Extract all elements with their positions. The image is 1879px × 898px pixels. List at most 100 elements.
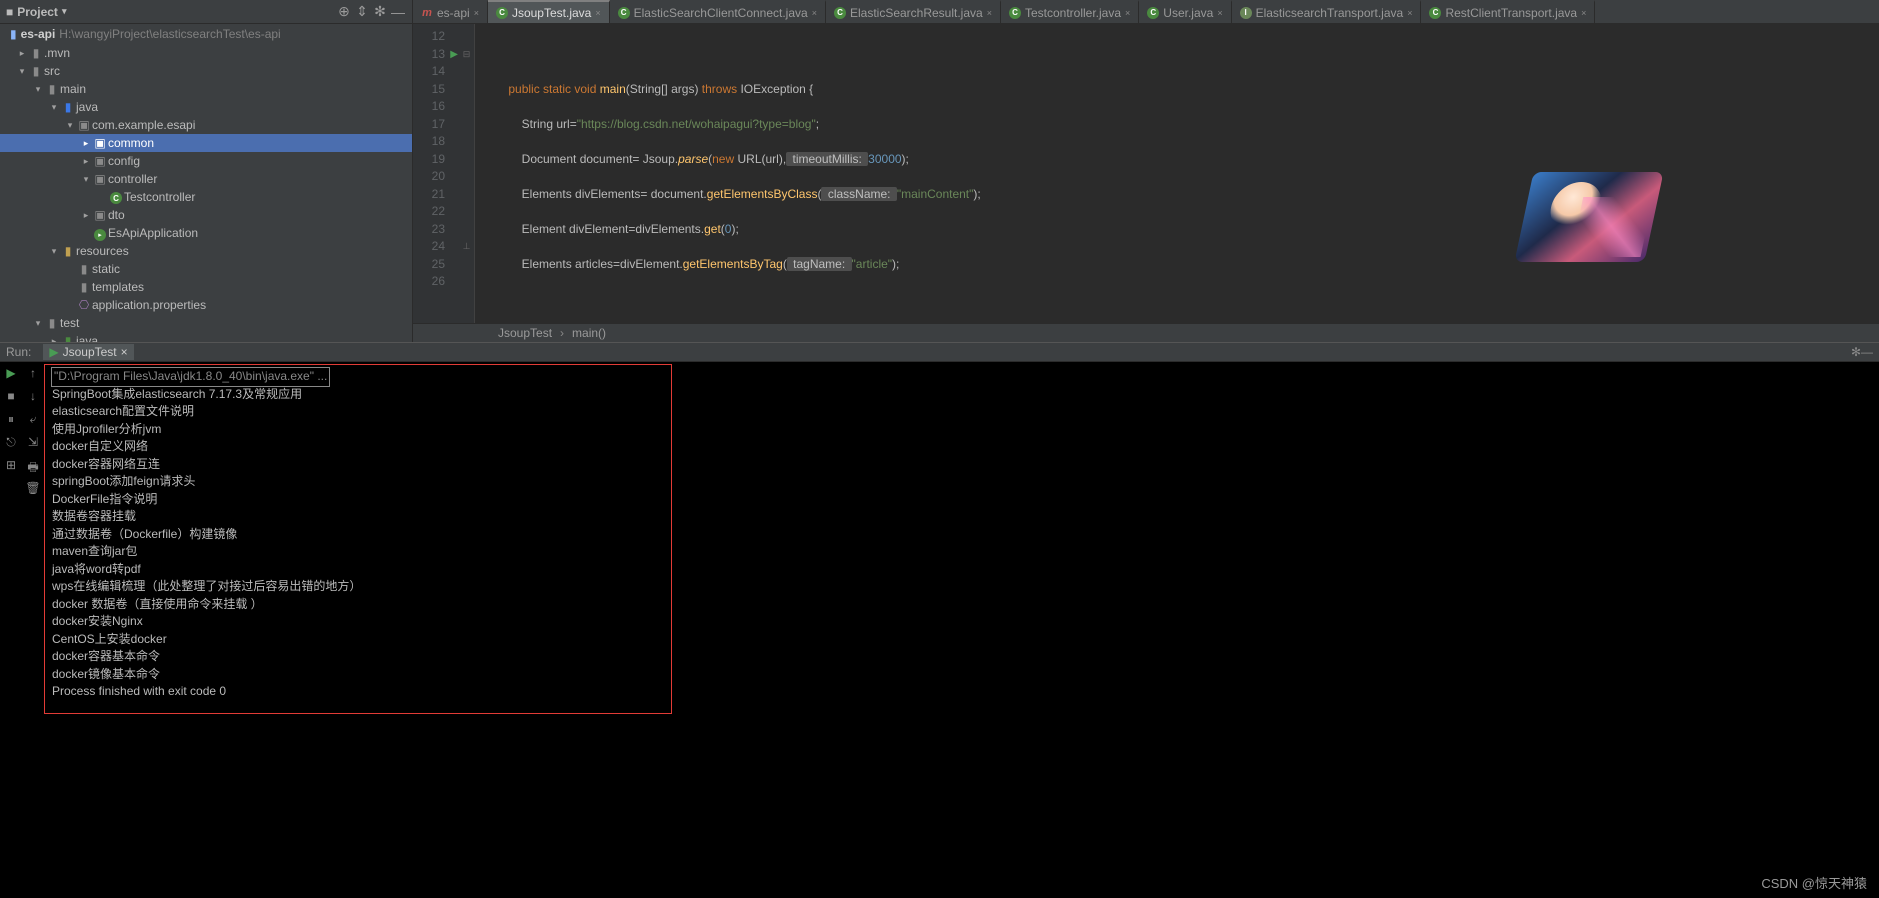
expand-icon[interactable]: ⇕ [353, 3, 371, 20]
project-toolbar: ■Project▾ ⊕ ⇕ ✻ — [0, 0, 413, 24]
folder-icon: ▮ [44, 316, 60, 330]
project-view-selector[interactable]: ■Project▾ [6, 5, 66, 19]
folder-icon: ▮ [76, 262, 92, 276]
run-icon: ▶ [49, 345, 58, 359]
package-icon: ▣ [92, 172, 108, 186]
tree-common[interactable]: ▣common [0, 134, 412, 152]
close-icon[interactable]: × [121, 345, 128, 359]
soft-wrap-icon[interactable]: ⤶ [30, 412, 37, 428]
close-icon[interactable]: × [1407, 8, 1412, 18]
editor-breadcrumb[interactable]: JsoupTest › main() [413, 323, 1879, 342]
console-line: maven查询jar包 [52, 543, 1871, 561]
console-line: CentOS上安装docker [52, 631, 1871, 649]
run-gutter-icon[interactable]: ▶ [450, 46, 458, 64]
pause-icon[interactable]: ⏸ [8, 412, 14, 428]
tree-test[interactable]: ▮test [0, 314, 412, 332]
line-gutter: 121314151617181920212223242526 ▶ [413, 24, 459, 323]
console-line: Process finished with exit code 0 [52, 683, 1871, 701]
tree-resources[interactable]: ▮resources [0, 242, 412, 260]
run-tools-secondary: ↑ ↓ ⤶ ⇲ 🖶 🗑 [22, 362, 44, 898]
tree-java[interactable]: ▮java [0, 98, 412, 116]
tree-pkg[interactable]: ▣com.example.esapi [0, 116, 412, 134]
tab-es-transport[interactable]: IElasticsearchTransport.java× [1232, 0, 1422, 23]
interface-icon: I [1240, 7, 1252, 19]
stop-icon[interactable]: ■ [7, 389, 14, 405]
close-icon[interactable]: × [474, 8, 479, 18]
editor-tabs: mes-api× CJsoupTest.java× CElasticSearch… [413, 0, 1879, 24]
console-line: docker 数据卷（直接使用命令来挂载 ） [52, 596, 1871, 614]
console-line: wps在线编辑梳理（此处整理了对接过后容易出错的地方） [52, 578, 1871, 596]
props-icon: ⎔ [76, 298, 92, 312]
tree-appprops[interactable]: ⎔application.properties [0, 296, 412, 314]
module-root[interactable]: ▮ es-api H:\wangyiProject\elasticsearchT… [0, 24, 412, 44]
print-icon[interactable]: 🖶 [27, 458, 38, 474]
tree-testcontroller[interactable]: CTestcontroller [0, 188, 412, 206]
settings-icon[interactable]: ✻ [1851, 345, 1861, 359]
run-label: Run: [6, 345, 31, 359]
tree-mvn[interactable]: ▮.mvn [0, 44, 412, 62]
watermark: CSDN @惊天神猿 [1761, 873, 1867, 892]
rerun-icon[interactable]: ▶ [6, 366, 15, 382]
down-icon[interactable]: ↓ [30, 389, 36, 405]
console-line: 通过数据卷（Dockerfile）构建镜像 [52, 526, 1871, 544]
console-line: elasticsearch配置文件说明 [52, 403, 1871, 421]
hide-icon[interactable]: — [389, 4, 407, 20]
folder-icon: ▮ [28, 46, 44, 60]
run-output: ▶ ■ ⏸ ⎋ ⊞ ↑ ↓ ⤶ ⇲ 🖶 🗑 "D:\Program Files\… [0, 362, 1879, 898]
tree-templates[interactable]: ▮templates [0, 278, 412, 296]
tree-src[interactable]: ▮src [0, 62, 412, 80]
class-icon: C [496, 7, 508, 19]
close-icon[interactable]: × [1125, 8, 1130, 18]
package-icon: ▣ [92, 136, 108, 150]
exit-icon[interactable]: ⎋ [6, 435, 16, 451]
settings-icon[interactable]: ✻ [371, 3, 389, 20]
class-icon: C [1429, 7, 1441, 19]
scroll-end-icon[interactable]: ⇲ [28, 435, 38, 451]
folder-icon: ▮ [28, 64, 44, 78]
resources-folder-icon: ▮ [60, 244, 76, 258]
tree-config[interactable]: ▣config [0, 152, 412, 170]
close-icon[interactable]: × [595, 8, 600, 18]
tree-controller[interactable]: ▣controller [0, 170, 412, 188]
console-line: 使用Jprofiler分析jvm [52, 421, 1871, 439]
tab-restclient[interactable]: CRestClientTransport.java× [1421, 0, 1595, 23]
tree-static[interactable]: ▮static [0, 260, 412, 278]
tree-main[interactable]: ▮main [0, 80, 412, 98]
up-icon[interactable]: ↑ [30, 366, 36, 382]
test-folder-icon: ▮ [60, 334, 76, 342]
tree-app[interactable]: ▸EsApiApplication [0, 224, 412, 242]
console-line: docker容器基本命令 [52, 648, 1871, 666]
run-config-tab[interactable]: ▶JsoupTest× [43, 344, 133, 360]
clear-icon[interactable]: 🗑 [25, 481, 40, 497]
console-output[interactable]: "D:\Program Files\Java\jdk1.8.0_40\bin\j… [44, 362, 1879, 898]
console-line: docker自定义网络 [52, 438, 1871, 456]
console-line: "D:\Program Files\Java\jdk1.8.0_40\bin\j… [52, 368, 329, 386]
tab-testcontroller[interactable]: CTestcontroller.java× [1001, 0, 1139, 23]
module-icon: ▮ [10, 27, 17, 41]
close-icon[interactable]: × [987, 8, 992, 18]
tab-user[interactable]: CUser.java× [1139, 0, 1231, 23]
breadcrumb-method[interactable]: main() [572, 326, 606, 340]
console-line: springBoot添加feign请求头 [52, 473, 1871, 491]
tab-es-api[interactable]: mes-api× [413, 0, 488, 23]
tab-elasticsearch-result[interactable]: CElasticSearchResult.java× [826, 0, 1001, 23]
tree-java2[interactable]: ▮java [0, 332, 412, 342]
class-icon: C [1147, 7, 1159, 19]
tree-dto[interactable]: ▣dto [0, 206, 412, 224]
tab-elasticsearch-client[interactable]: CElasticSearchClientConnect.java× [610, 0, 826, 23]
layout-icon[interactable]: ⊞ [6, 458, 16, 474]
package-icon: ▣ [92, 154, 108, 168]
package-icon: ▣ [76, 118, 92, 132]
console-line: DockerFile指令说明 [52, 491, 1871, 509]
class-icon: C [108, 190, 124, 205]
hide-icon[interactable]: — [1861, 345, 1873, 359]
close-icon[interactable]: × [1217, 8, 1222, 18]
close-icon[interactable]: × [1581, 8, 1586, 18]
locate-icon[interactable]: ⊕ [335, 3, 353, 20]
console-line: 数据卷容器挂载 [52, 508, 1871, 526]
close-icon[interactable]: × [812, 8, 817, 18]
tab-jsouptest[interactable]: CJsoupTest.java× [488, 0, 610, 23]
console-line: docker镜像基本命令 [52, 666, 1871, 684]
breadcrumb-class[interactable]: JsoupTest [498, 326, 552, 340]
ide-assistant-avatar[interactable] [1524, 172, 1674, 262]
